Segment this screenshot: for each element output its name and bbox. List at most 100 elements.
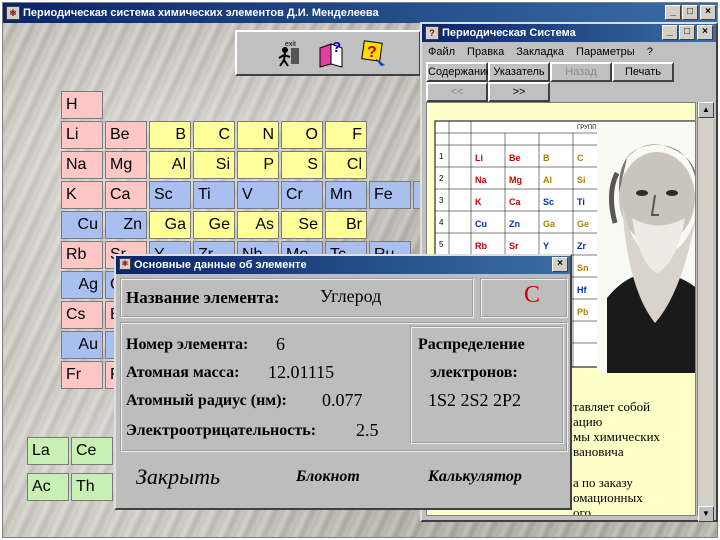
help-book-icon[interactable]: ?	[317, 38, 347, 68]
element-cell-li[interactable]: Li	[61, 121, 103, 149]
help-text-line: вановича	[573, 444, 624, 459]
element-cell-v[interactable]: V	[237, 181, 279, 209]
distribution-label-1: Распределение	[418, 336, 525, 353]
element-cell-cs[interactable]: Cs	[61, 301, 103, 329]
svg-text:5: 5	[439, 240, 444, 249]
notepad-button[interactable]: Блокнот	[296, 468, 360, 486]
electronegativity-label: Электроотрицательность:	[126, 422, 317, 439]
svg-text:Mg: Mg	[509, 175, 522, 185]
element-cell-ti[interactable]: Ti	[193, 181, 235, 209]
element-cell-f[interactable]: F	[325, 121, 367, 149]
element-cell-s[interactable]: S	[281, 151, 323, 179]
menu-options[interactable]: Параметры	[570, 43, 641, 61]
element-cell-la[interactable]: La	[27, 437, 69, 465]
svg-text:4: 4	[439, 218, 444, 227]
help-scrollbar[interactable]: ▲ ▼	[697, 102, 714, 522]
radius-value: 0.077	[322, 390, 363, 410]
svg-text:Ge: Ge	[577, 219, 589, 229]
element-cell-ca[interactable]: Ca	[105, 181, 147, 209]
svg-text:?: ?	[332, 39, 341, 56]
element-cell-cu[interactable]: Cu	[61, 211, 103, 239]
svg-text:?: ?	[367, 44, 377, 61]
element-cell-k[interactable]: K	[61, 181, 103, 209]
element-cell-zn[interactable]: Zn	[105, 211, 147, 239]
menu-edit[interactable]: Правка	[461, 43, 510, 61]
scroll-up-icon[interactable]: ▲	[698, 102, 714, 118]
main-titlebar[interactable]: ⚛ Периодическая система химических элеме…	[3, 3, 717, 23]
element-cell-cl[interactable]: Cl	[325, 151, 367, 179]
radius-label: Атомный радиус (нм):	[126, 392, 287, 409]
dialog-titlebar[interactable]: ⚛ Основные данные об элементе ×	[116, 256, 570, 274]
number-label: Номер элемента:	[126, 336, 249, 353]
element-cell-b[interactable]: B	[149, 121, 191, 149]
calculator-button[interactable]: Калькулятор	[428, 468, 522, 486]
menu-help[interactable]: ?	[641, 43, 659, 61]
element-cell-o[interactable]: O	[281, 121, 323, 149]
element-cell-fr[interactable]: Fr	[61, 361, 103, 389]
element-cell-p[interactable]: P	[237, 151, 279, 179]
svg-text:Zn: Zn	[509, 219, 520, 229]
help-titlebar[interactable]: ? Периодическая Система _ □ ×	[422, 24, 716, 42]
dialog-close-button[interactable]: ×	[552, 257, 568, 272]
element-cell-se[interactable]: Se	[281, 211, 323, 239]
element-cell-fe[interactable]: Fe	[369, 181, 411, 209]
help-text-block: тавляет собой ацию мы химических ванович…	[573, 399, 661, 516]
element-cell-ac[interactable]: Ac	[27, 473, 69, 501]
exit-label: exit	[285, 41, 296, 48]
help-close-button[interactable]: ×	[697, 25, 713, 40]
element-cell-ga[interactable]: Ga	[149, 211, 191, 239]
svg-text:Rb: Rb	[475, 241, 487, 251]
index-button[interactable]: Указатель	[488, 62, 550, 82]
contents-button[interactable]: Содержание	[426, 62, 492, 82]
element-cell-al[interactable]: Al	[149, 151, 191, 179]
prev-button[interactable]: <<	[426, 82, 488, 102]
element-cell-si[interactable]: Si	[193, 151, 235, 179]
svg-text:Pb: Pb	[577, 307, 589, 317]
svg-text:2: 2	[439, 174, 444, 183]
element-cell-au[interactable]: Au	[61, 331, 103, 359]
back-button[interactable]: Назад	[550, 62, 612, 82]
svg-text:K: K	[475, 197, 482, 207]
element-cell-br[interactable]: Br	[325, 211, 367, 239]
electronegativity-value: 2.5	[356, 420, 379, 440]
element-cell-ag[interactable]: Ag	[61, 271, 103, 299]
print-button[interactable]: Печать	[612, 62, 674, 82]
element-cell-c[interactable]: C	[193, 121, 235, 149]
toolbar: exit ? ?	[235, 30, 421, 76]
minimize-button[interactable]: _	[665, 5, 681, 20]
element-name-label: Название элемента:	[126, 288, 280, 307]
svg-text:Sc: Sc	[543, 197, 554, 207]
element-cell-na[interactable]: Na	[61, 151, 103, 179]
close-button[interactable]: ×	[700, 5, 716, 20]
svg-text:Zr: Zr	[577, 241, 586, 251]
element-cell-ce[interactable]: Ce	[71, 437, 113, 465]
element-cell-as[interactable]: As	[237, 211, 279, 239]
svg-text:B: B	[543, 153, 550, 163]
element-cell-rb[interactable]: Rb	[61, 241, 103, 269]
element-cell-th[interactable]: Th	[71, 473, 113, 501]
element-cell-be[interactable]: Be	[105, 121, 147, 149]
help-text-line: мы химических	[573, 429, 661, 444]
help-maximize-button[interactable]: □	[679, 25, 695, 40]
scroll-down-icon[interactable]: ▼	[698, 506, 714, 522]
element-cell-h[interactable]: H	[61, 91, 103, 119]
next-button[interactable]: >>	[488, 82, 550, 102]
element-cell-cr[interactable]: Cr	[281, 181, 323, 209]
element-cell-mn[interactable]: Mn	[325, 181, 367, 209]
svg-text:Ga: Ga	[543, 219, 556, 229]
svg-text:Sn: Sn	[577, 263, 589, 273]
help-text-line: ого	[573, 505, 592, 516]
element-cell-n[interactable]: N	[237, 121, 279, 149]
menu-bookmark[interactable]: Закладка	[510, 43, 570, 61]
number-value: 6	[276, 334, 285, 354]
menu-file[interactable]: Файл	[422, 43, 461, 61]
element-cell-mg[interactable]: Mg	[105, 151, 147, 179]
element-symbol: C	[524, 282, 541, 308]
exit-icon[interactable]: exit	[275, 38, 305, 68]
element-cell-ge[interactable]: Ge	[193, 211, 235, 239]
help-question-icon[interactable]: ?	[359, 38, 389, 68]
element-cell-sc[interactable]: Sc	[149, 181, 191, 209]
maximize-button[interactable]: □	[682, 5, 698, 20]
close-dialog-button[interactable]: Закрыть	[136, 464, 220, 490]
help-minimize-button[interactable]: _	[662, 25, 678, 40]
